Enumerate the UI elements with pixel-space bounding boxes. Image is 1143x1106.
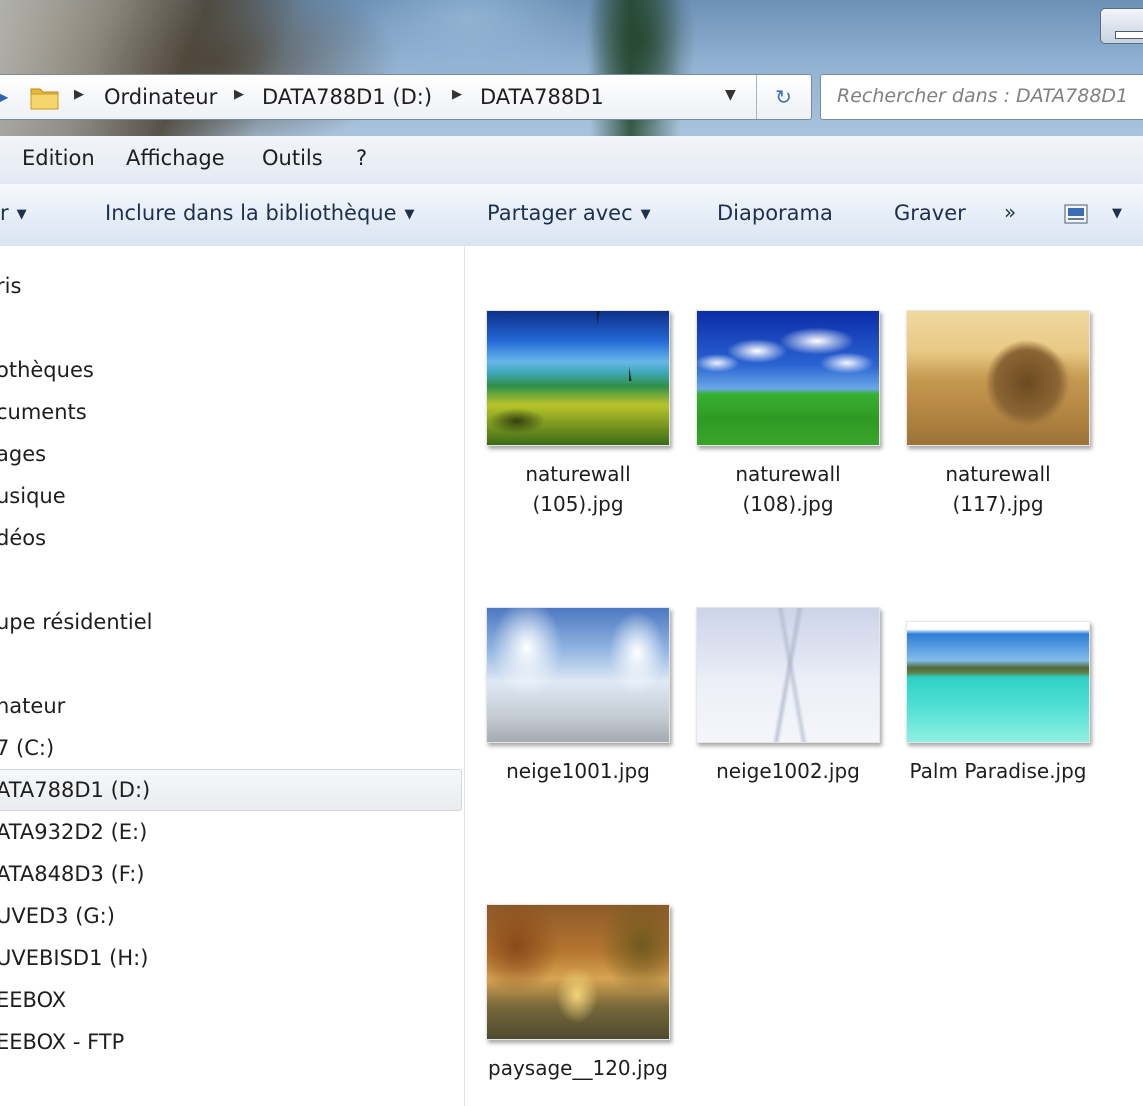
minimize-button[interactable] (1100, 8, 1143, 44)
minimize-icon (1115, 31, 1143, 39)
nav-item-documents[interactable]: cuments (0, 392, 462, 432)
nav-item-groupe-residentiel[interactable]: upe résidentiel (0, 602, 462, 642)
organize-label: r (0, 201, 9, 225)
file-tile[interactable]: neige1002.jpg (683, 607, 893, 786)
address-dropdown-icon[interactable]: ▼ (725, 87, 736, 103)
slideshow-button[interactable]: Diaporama (717, 201, 833, 225)
file-tile[interactable]: Palm Paradise.jpg (893, 621, 1103, 786)
file-tile[interactable]: naturewall (105).jpg (473, 310, 683, 519)
nav-item-bibliotheques[interactable]: othèques (0, 350, 462, 390)
nav-item-ordinateur[interactable]: nateur (0, 686, 462, 726)
change-view-icon[interactable] (1064, 204, 1088, 224)
nav-item-drive-d[interactable]: ATA788D1 (D:) (0, 769, 462, 811)
address-bar[interactable]: ▶ ▶ Ordinateur ▶ DATA788D1 (D:) ▶ DATA78… (0, 74, 812, 120)
breadcrumb-separator-icon[interactable]: ▶ (452, 87, 462, 102)
autumn-forest-image (486, 904, 670, 1040)
caret-down-icon: ▼ (640, 207, 651, 222)
file-name: neige1001.jpg (506, 759, 650, 783)
nav-item-drive-f[interactable]: ATA848D3 (F:) (0, 854, 462, 894)
share-with-label: Partager avec (487, 201, 633, 225)
file-tile[interactable]: naturewall (108).jpg (683, 310, 893, 519)
menu-affichage[interactable]: Affichage (126, 144, 225, 172)
nav-item-drive-e[interactable]: ATA932D2 (E:) (0, 812, 462, 852)
refresh-icon: ↻ (775, 85, 792, 109)
command-bar: r ▼ Inclure dans la bibliothèque ▼ Partage… (0, 184, 1143, 247)
file-name: naturewall (117).jpg (893, 459, 1103, 519)
share-with-button[interactable]: Partager avec ▼ (487, 201, 651, 225)
burn-button[interactable]: Graver (894, 201, 966, 225)
nav-item-drive-h[interactable]: UVEBISD1 (H:) (0, 938, 462, 978)
folder-icon (30, 88, 59, 110)
navigation-pane: ris othèques cuments ages usique déos up… (0, 246, 465, 1106)
nav-item-freebox-ftp[interactable]: EEBOX - FTP (0, 1022, 462, 1062)
menu-bar: Edition Affichage Outils ? (0, 136, 1143, 185)
file-name-line: (105).jpg (532, 492, 624, 516)
caret-down-icon: ▼ (404, 207, 415, 222)
breadcrumb-separator-icon: ▶ (74, 87, 84, 102)
nav-item-images[interactable]: ages (0, 434, 462, 474)
include-library-label: Inclure dans la bibliothèque (105, 201, 397, 225)
search-input[interactable] (821, 75, 1143, 117)
more-commands-icon[interactable]: » (1004, 200, 1016, 224)
file-name: Palm Paradise.jpg (909, 759, 1087, 783)
menu-outils[interactable]: Outils (262, 144, 323, 172)
breadcrumb-computer[interactable]: Ordinateur (104, 85, 217, 109)
file-name: naturewall (105).jpg (473, 459, 683, 519)
file-name: paysage__120.jpg (488, 1056, 668, 1080)
nav-item-drive-c[interactable]: 7 (C:) (0, 728, 462, 768)
include-library-button[interactable]: Inclure dans la bibliothèque ▼ (105, 201, 415, 225)
file-name-line: naturewall (735, 462, 841, 486)
file-tile[interactable]: paysage__120.jpg (473, 904, 683, 1083)
nav-arrow-icon[interactable]: ▶ (0, 87, 10, 106)
snow-field-image (696, 607, 880, 743)
file-tile[interactable]: naturewall (117).jpg (893, 310, 1103, 519)
breadcrumb-drive[interactable]: DATA788D1 (D:) (262, 85, 432, 109)
refresh-button[interactable]: ↻ (756, 75, 810, 119)
nav-item-musique[interactable]: usique (0, 476, 462, 516)
tropical-beach-image (486, 310, 670, 446)
menu-edition[interactable]: Edition (22, 144, 95, 172)
file-tile[interactable]: neige1001.jpg (473, 607, 683, 786)
window-titlebar: ▶ ▶ Ordinateur ▶ DATA788D1 (D:) ▶ DATA78… (0, 0, 1143, 136)
file-list: naturewall (105).jpg naturewall (108).jp… (465, 246, 1143, 1106)
nav-item-favoris[interactable]: ris (0, 266, 462, 306)
nav-item-freebox[interactable]: EEBOX (0, 980, 462, 1020)
organize-button[interactable]: r ▼ (0, 201, 27, 225)
hay-bale-image (906, 310, 1090, 446)
snowy-road-image (486, 607, 670, 743)
caret-down-icon: ▼ (16, 207, 27, 222)
menu-help[interactable]: ? (356, 144, 367, 172)
lagoon-image (906, 621, 1090, 743)
nav-item-videos[interactable]: déos (0, 518, 462, 558)
file-name-line: (108).jpg (742, 492, 834, 516)
file-name: neige1002.jpg (716, 759, 860, 783)
breadcrumb-folder[interactable]: DATA788D1 (480, 85, 604, 109)
breadcrumb-separator-icon[interactable]: ▶ (234, 87, 244, 102)
view-options-caret-icon[interactable]: ▼ (1112, 206, 1122, 221)
file-name-line: naturewall (525, 462, 631, 486)
green-hill-sky-image (696, 310, 880, 446)
nav-item-drive-g[interactable]: UVED3 (G:) (0, 896, 462, 936)
file-name: naturewall (108).jpg (683, 459, 893, 519)
file-name-line: (117).jpg (952, 492, 1044, 516)
file-name-line: naturewall (945, 462, 1051, 486)
search-box[interactable] (820, 74, 1143, 120)
